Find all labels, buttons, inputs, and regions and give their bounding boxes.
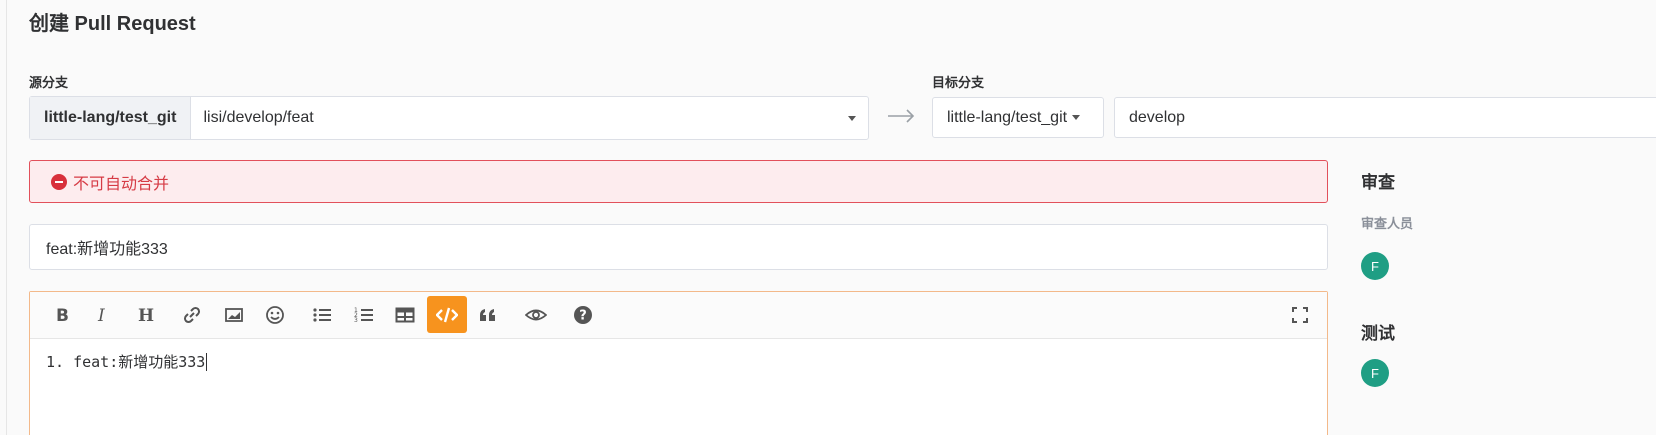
italic-button[interactable]: I [84, 298, 122, 332]
source-branch-select[interactable]: little-lang/test_git lisi/develop/feat [29, 96, 869, 140]
fullscreen-button[interactable] [1281, 298, 1319, 332]
svg-text:B: B [56, 306, 69, 324]
svg-text:?: ? [579, 309, 587, 324]
editor-content[interactable]: 1. feat:新增功能333 [30, 339, 1327, 384]
source-repo-prefix: little-lang/test_git [30, 97, 192, 139]
test-heading: 测试 [1361, 324, 1395, 343]
table-icon [395, 307, 415, 323]
svg-text:H: H [138, 306, 154, 324]
preview-button[interactable] [517, 298, 555, 332]
pr-title-input[interactable]: feat:新增功能333 [29, 224, 1328, 270]
svg-text:I: I [97, 306, 105, 324]
link-icon [183, 306, 201, 324]
source-branch-label: 源分支 [29, 75, 69, 90]
reviewer-avatar[interactable]: F [1361, 252, 1389, 280]
image-icon [225, 308, 243, 322]
bullet-list-button[interactable] [303, 298, 341, 332]
emoji-icon [266, 306, 284, 324]
heading-button[interactable]: H [126, 298, 164, 332]
editor-toolbar: B I H 1 2 3 ? [30, 292, 1327, 339]
left-divider [6, 0, 7, 435]
target-branch-select[interactable]: develop [1114, 97, 1656, 138]
editor-text: 1. feat:新增功能333 [46, 353, 206, 371]
pr-title-value: feat:新增功能333 [46, 241, 168, 258]
arrow-right-icon [888, 109, 915, 123]
code-button[interactable] [427, 296, 467, 333]
chevron-down-icon [848, 116, 856, 121]
help-icon: ? [574, 306, 592, 324]
emoji-button[interactable] [256, 298, 294, 332]
bold-icon: B [56, 306, 69, 324]
quote-button[interactable] [469, 298, 507, 332]
numbered-list-icon: 1 2 3 [354, 307, 373, 324]
quote-icon [480, 309, 495, 321]
minus-circle-icon [51, 173, 67, 190]
tester-avatar[interactable]: F [1361, 359, 1389, 387]
review-heading: 审查 [1361, 173, 1395, 192]
create-pull-request-page: 创建 Pull Request 源分支 little-lang/test_git… [0, 0, 1656, 435]
target-branch-text: develop [1129, 108, 1186, 126]
chevron-down-icon [1072, 115, 1081, 120]
fullscreen-icon [1292, 307, 1308, 323]
image-button[interactable] [215, 298, 253, 332]
code-icon [436, 307, 458, 322]
page-title: 创建 Pull Request [29, 13, 196, 35]
description-editor[interactable]: B I H 1 2 3 ? 1. feat:新增功能333 [29, 291, 1328, 435]
target-branch-label: 目标分支 [932, 75, 985, 90]
bold-button[interactable]: B [43, 298, 81, 332]
svg-text:3: 3 [354, 317, 358, 324]
link-button[interactable] [173, 298, 211, 332]
source-branch-value[interactable]: lisi/develop/feat [191, 97, 868, 139]
merge-conflict-alert: 不可自动合并 [29, 160, 1328, 203]
reviewers-label: 审查人员 [1361, 216, 1414, 231]
table-button[interactable] [386, 298, 424, 332]
target-repo-text: little-lang/test_git [947, 108, 1068, 126]
text-cursor [206, 352, 208, 371]
help-button[interactable]: ? [564, 298, 602, 332]
numbered-list-button[interactable]: 1 2 3 [345, 298, 383, 332]
heading-icon: H [138, 306, 154, 324]
preview-eye-icon [525, 309, 547, 321]
italic-icon: I [97, 306, 105, 324]
target-repo-select[interactable]: little-lang/test_git [932, 97, 1104, 138]
alert-text: 不可自动合并 [73, 175, 170, 193]
source-branch-text: lisi/develop/feat [203, 109, 314, 126]
bullet-list-icon [313, 308, 331, 322]
